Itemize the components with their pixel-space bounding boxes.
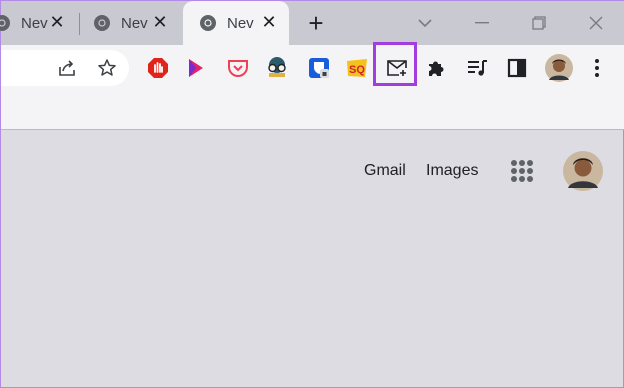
tab-close-button[interactable]: ✕ <box>259 12 279 32</box>
adblock-icon[interactable] <box>146 56 170 80</box>
chrome-icon <box>200 15 216 31</box>
browser-toolbar: SQ <box>1 45 624 92</box>
google-account-avatar[interactable] <box>563 151 603 191</box>
highlight-box <box>373 42 417 86</box>
tab-title: Nev <box>121 14 148 32</box>
new-tab-button[interactable]: + <box>301 8 331 38</box>
tab-1[interactable]: Nev ✕ <box>0 1 79 45</box>
share-icon[interactable] <box>55 56 79 80</box>
images-link[interactable]: Images <box>426 162 478 180</box>
google-apps-icon[interactable] <box>511 160 533 182</box>
profile-avatar[interactable] <box>545 54 573 82</box>
spy-glasses-icon[interactable] <box>265 55 289 79</box>
sq-badge-icon[interactable]: SQ <box>345 56 369 80</box>
bitwarden-shield-icon[interactable] <box>307 56 331 80</box>
tab-3-active[interactable]: Nev ✕ <box>183 1 289 45</box>
pocket-icon[interactable] <box>226 56 250 80</box>
restore-icon[interactable] <box>524 8 554 38</box>
close-window-icon[interactable] <box>581 8 611 38</box>
chrome-icon <box>0 15 10 31</box>
tab-strip: Nev ✕ Nev ✕ Nev ✕ + <box>0 1 624 45</box>
kebab-menu-icon[interactable] <box>585 56 609 80</box>
minimize-icon[interactable] <box>467 8 497 38</box>
tab-title: Nev <box>227 14 254 32</box>
bookmark-arrow-icon[interactable] <box>184 56 208 80</box>
bookmark-star-icon[interactable] <box>95 56 119 80</box>
puzzle-extensions-icon[interactable] <box>425 56 449 80</box>
tab-separator <box>79 13 80 35</box>
media-playlist-icon[interactable] <box>465 56 489 80</box>
tab-search-chevron-icon[interactable] <box>410 8 440 38</box>
gmail-link[interactable]: Gmail <box>364 162 406 180</box>
bookmarks-bar <box>1 91 624 130</box>
tab-2[interactable]: Nev ✕ <box>93 1 181 45</box>
side-panel-icon[interactable] <box>505 56 529 80</box>
chrome-icon <box>94 15 110 31</box>
tab-close-button[interactable]: ✕ <box>150 12 170 32</box>
tab-close-button[interactable]: ✕ <box>47 12 67 32</box>
address-bar[interactable] <box>1 50 129 86</box>
svg-text:SQ: SQ <box>349 64 365 76</box>
tab-title: Nev <box>21 14 48 32</box>
